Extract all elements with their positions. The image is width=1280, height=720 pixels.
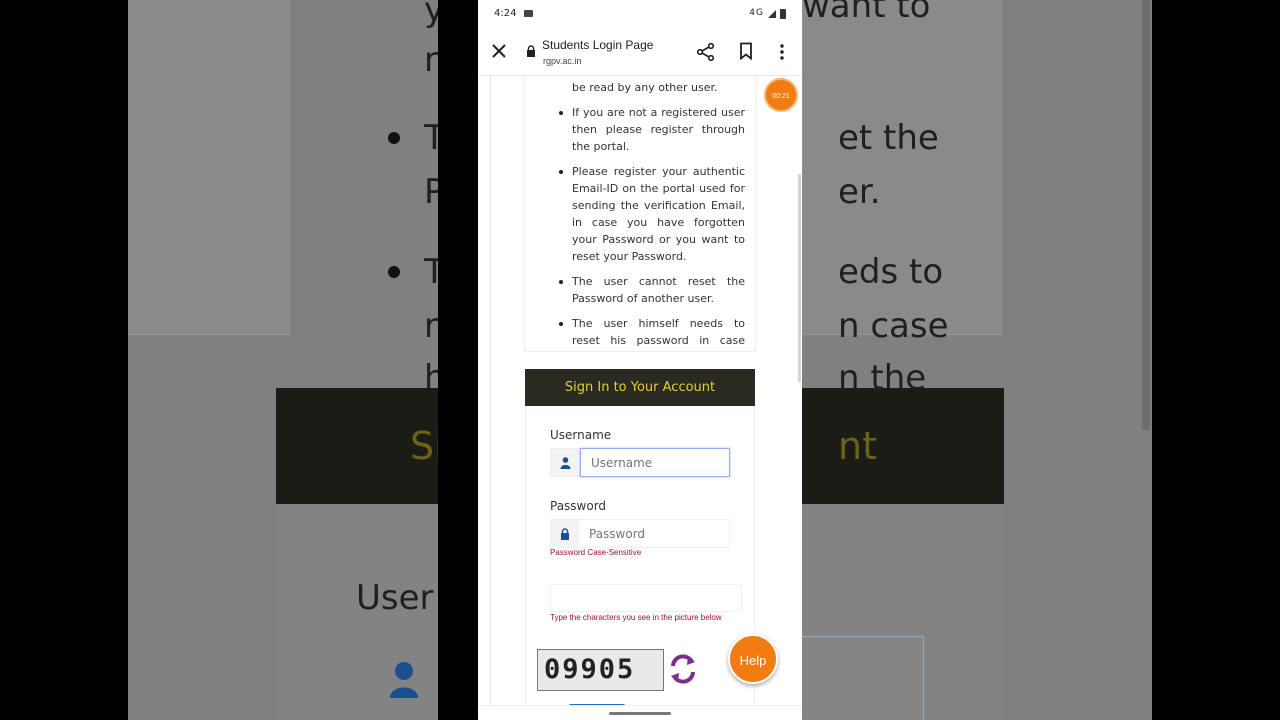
password-input[interactable] <box>578 519 730 548</box>
background-text: r <box>424 306 438 346</box>
list-item: encrypted format and cannot be read by a… <box>572 76 745 94</box>
background-zoom-right: want to et the er. eds to n case n the n… <box>802 0 1152 720</box>
background-text: User <box>356 578 434 618</box>
captcha-hint: Type the characters you see in the pictu… <box>550 613 722 622</box>
background-user-icon <box>390 662 418 698</box>
background-zoom-left: y r T P T r h Si User <box>128 0 438 720</box>
background-text: n case <box>838 306 949 346</box>
battery-icon <box>780 9 786 19</box>
background-text: want to <box>802 0 931 26</box>
captcha-image: 09905 <box>537 649 664 691</box>
share-icon[interactable] <box>696 42 716 62</box>
background-text: y <box>424 0 438 30</box>
background-heading-text: nt <box>838 424 877 468</box>
signal-icon <box>768 10 776 18</box>
background-heading-text: Si <box>410 424 438 468</box>
network-type: 4G <box>749 8 764 18</box>
page-url[interactable]: rgpv.ac.in <box>543 56 581 66</box>
background-text: eds to <box>838 252 944 292</box>
background-text: et the <box>838 118 939 158</box>
lock-icon <box>527 45 535 57</box>
signin-heading: Sign In to Your Account <box>525 369 755 406</box>
lock-icon <box>561 528 569 540</box>
background-input <box>802 636 924 720</box>
help-button[interactable]: Help <box>728 634 778 684</box>
username-addon <box>550 448 580 477</box>
background-text: r <box>424 40 438 80</box>
background-text: er. <box>838 172 881 212</box>
password-addon <box>550 519 580 548</box>
instructions-list: encrypted format and cannot be read by a… <box>525 76 755 351</box>
list-item: The user himself needs to reset his pass… <box>525 315 755 351</box>
phone-screen: 4:24 4G Students Login Page rgpv.ac.in b… <box>478 0 802 720</box>
home-gesture-handle[interactable] <box>609 712 671 715</box>
background-scrollbar <box>1142 0 1150 430</box>
background-text: P <box>424 172 438 212</box>
captcha-text: 09905 <box>544 654 636 685</box>
status-bar: 4:24 4G <box>478 0 802 28</box>
list-item: Please register your authentic Email-ID … <box>525 163 755 265</box>
instructions-panel: encrypted format and cannot be read by a… <box>524 76 756 352</box>
navigation-bar <box>478 705 802 720</box>
background-text: T <box>424 252 438 292</box>
more-options-icon[interactable] <box>778 43 786 61</box>
page-content: encrypted format and cannot be read by a… <box>478 76 802 720</box>
background-text: T <box>424 118 438 158</box>
page-border <box>490 76 491 720</box>
password-hint: Password Case-Sensitive <box>550 548 642 557</box>
browser-toolbar: Students Login Page rgpv.ac.in <box>478 28 802 76</box>
background-header <box>802 388 1004 504</box>
list-item: The user cannot reset the Password of an… <box>525 273 755 307</box>
bookmark-icon[interactable] <box>738 42 754 60</box>
username-label: Username <box>550 428 612 442</box>
background-bullet <box>388 266 400 278</box>
captcha-input[interactable] <box>550 584 742 612</box>
page-scrollbar[interactable] <box>798 174 801 382</box>
status-time: 4:24 <box>494 8 517 19</box>
screen-record-icon <box>524 10 533 17</box>
close-icon[interactable] <box>490 42 508 60</box>
list-item: If you are not a registered user then pl… <box>525 104 755 155</box>
username-input[interactable] <box>580 448 730 477</box>
password-label: Password <box>550 499 607 513</box>
background-text: n the <box>838 358 927 398</box>
background-text: h <box>424 358 438 398</box>
background-bullet <box>388 132 400 144</box>
page-title: Students Login Page <box>542 38 654 52</box>
user-icon <box>560 457 571 469</box>
background-panel <box>128 0 290 335</box>
timer-badge[interactable]: 00:21 <box>764 78 798 112</box>
refresh-captcha-icon[interactable] <box>667 652 699 686</box>
